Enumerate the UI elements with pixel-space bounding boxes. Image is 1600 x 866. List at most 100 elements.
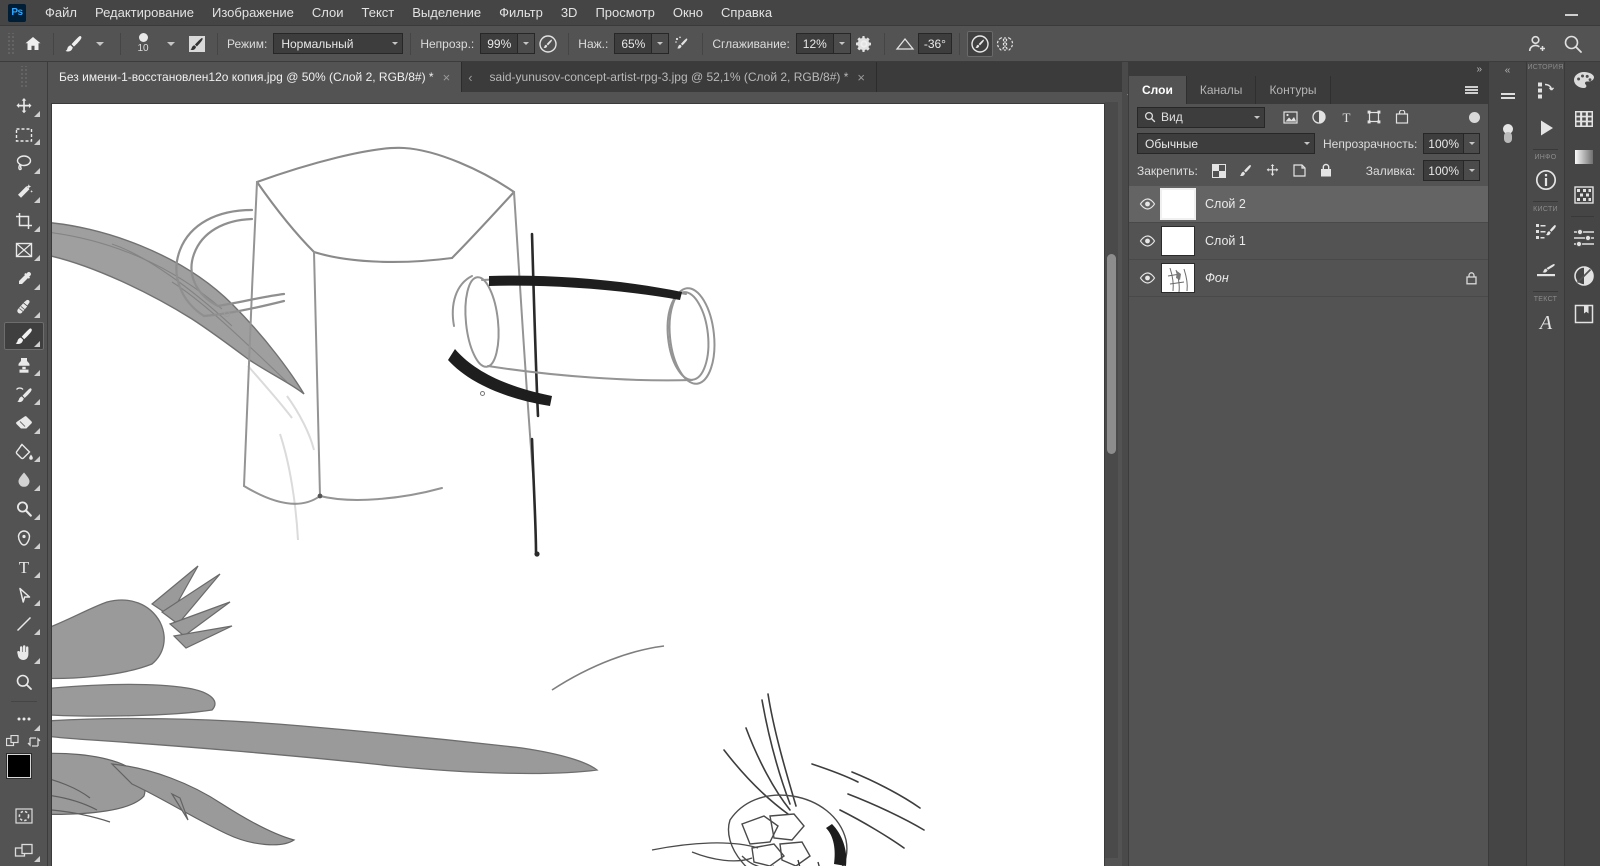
window-minimize-button[interactable] [1556, 4, 1586, 20]
tool-crop[interactable] [4, 207, 44, 235]
eye-icon[interactable] [1133, 198, 1161, 210]
panel-collapse-bar[interactable]: » [1129, 62, 1488, 76]
brush-settings-panel-icon[interactable] [184, 31, 210, 57]
lock-image-pixels-icon[interactable] [1238, 163, 1253, 178]
type-filter-icon[interactable]: T [1340, 110, 1353, 124]
pressure-opacity-icon[interactable] [535, 31, 561, 57]
eye-icon[interactable] [1133, 235, 1161, 247]
libraries-icon[interactable] [1565, 295, 1600, 333]
panel-list-icon[interactable] [1489, 78, 1527, 116]
brush-preset-icon[interactable] [61, 31, 87, 57]
document-tab-2[interactable]: said-yunusov-concept-artist-rpg-3.jpg @ … [478, 62, 877, 92]
layer-thumbnail[interactable] [1161, 263, 1195, 293]
menu-3d[interactable]: 3D [552, 1, 587, 24]
gradients-icon[interactable] [1565, 138, 1600, 176]
tool-move[interactable] [4, 92, 44, 120]
toolbar-grip[interactable] [18, 66, 29, 88]
tool-hand[interactable] [4, 639, 44, 667]
canvas-area[interactable] [48, 92, 1122, 866]
pixel-filter-icon[interactable] [1283, 110, 1298, 124]
tool-eraser[interactable] [4, 409, 44, 437]
tool-line[interactable] [4, 610, 44, 638]
tool-clone-stamp[interactable] [4, 351, 44, 379]
menu-help[interactable]: Справка [712, 1, 781, 24]
shape-filter-icon[interactable] [1367, 110, 1381, 124]
foreground-color-swatch[interactable] [6, 753, 31, 778]
menu-view[interactable]: Просмотр [586, 1, 663, 24]
opacity-input[interactable]: 99% [480, 33, 536, 54]
menu-layers[interactable]: Слои [303, 1, 353, 24]
layer-thumbnail[interactable] [1161, 226, 1195, 256]
layer-fill-input[interactable]: 100% [1423, 160, 1480, 181]
tab-overflow-left-icon[interactable]: ‹ [462, 62, 478, 92]
pressure-size-icon[interactable] [966, 30, 993, 57]
close-icon[interactable]: × [443, 71, 451, 84]
layer-thumbnail[interactable] [1160, 188, 1196, 220]
brush-size-dropdown-icon[interactable] [158, 31, 184, 57]
lock-artboard-nesting-icon[interactable] [1292, 163, 1307, 178]
brushes-icon[interactable] [1527, 251, 1565, 289]
options-bar-grip[interactable] [6, 32, 16, 55]
brush-preset-dropdown-icon[interactable] [87, 31, 113, 57]
add-user-icon[interactable] [1524, 31, 1550, 57]
tool-zoom[interactable] [4, 668, 44, 696]
close-icon[interactable]: × [857, 71, 865, 84]
screen-mode-icon[interactable] [4, 837, 44, 865]
menu-select[interactable]: Выделение [403, 1, 490, 24]
layer-name[interactable]: Слой 2 [1205, 197, 1246, 211]
tool-blur[interactable] [4, 466, 44, 494]
tab-layers[interactable]: Слои [1129, 76, 1187, 104]
actions-play-icon[interactable] [1527, 109, 1565, 147]
more-tools-button[interactable] [4, 706, 44, 734]
brush-size-indicator[interactable]: 10 [128, 29, 158, 59]
character-icon[interactable]: A [1527, 303, 1565, 341]
layer-filter-select[interactable]: Вид [1137, 106, 1265, 128]
layer-row-1[interactable]: Слой 2 [1129, 186, 1488, 223]
tool-history-brush[interactable] [4, 380, 44, 408]
history-icon[interactable] [1527, 71, 1565, 109]
lock-all-icon[interactable] [1319, 163, 1333, 178]
tool-lasso[interactable] [4, 149, 44, 177]
tool-rectangular-marquee[interactable] [4, 121, 44, 149]
chevron-down-icon[interactable] [832, 34, 850, 53]
filter-toggle-icon[interactable] [1469, 111, 1480, 123]
tool-brush[interactable] [3, 322, 44, 351]
search-icon[interactable] [1560, 31, 1586, 57]
blend-mode-select[interactable]: Нормальный [273, 33, 404, 54]
adjustments-icon[interactable] [1565, 219, 1600, 257]
document-tab-active[interactable]: Без имени-1-восстановлен12о копия.jpg @ … [48, 62, 463, 92]
chevron-down-icon[interactable] [1463, 134, 1479, 153]
adjustment-filter-icon[interactable] [1312, 110, 1326, 124]
tool-type[interactable]: T [4, 553, 44, 581]
tool-eyedropper[interactable] [4, 265, 44, 293]
patterns-icon[interactable] [1565, 176, 1600, 214]
tool-paint-bucket[interactable] [4, 438, 44, 466]
chevron-down-icon[interactable] [517, 34, 535, 53]
tool-healing-brush[interactable] [4, 294, 44, 322]
tool-path-selection[interactable] [4, 582, 44, 610]
tool-pen[interactable] [4, 524, 44, 552]
menu-file[interactable]: Файл [36, 1, 86, 24]
collapse-panels-icon[interactable]: » [1476, 64, 1482, 75]
tab-channels[interactable]: Каналы [1186, 76, 1257, 104]
layer-row-2[interactable]: Слой 1 [1129, 223, 1488, 260]
tool-magic-wand[interactable] [4, 178, 44, 206]
document-canvas[interactable] [52, 104, 1104, 866]
scrollbar-thumb[interactable] [1107, 254, 1116, 454]
gear-icon[interactable] [851, 31, 877, 57]
lock-position-icon[interactable] [1265, 163, 1280, 178]
panel-menu-icon[interactable] [1455, 76, 1488, 104]
brush-settings-icon[interactable] [1527, 213, 1565, 251]
color-palette-icon[interactable] [1565, 62, 1600, 100]
styles-icon[interactable] [1565, 257, 1600, 295]
info-icon[interactable] [1527, 161, 1565, 199]
eye-icon[interactable] [1133, 272, 1161, 284]
flow-input[interactable]: 65% [614, 33, 670, 54]
dock-collapse-icon[interactable]: « [1489, 62, 1526, 78]
menu-text[interactable]: Текст [353, 1, 404, 24]
default-colors-icon[interactable] [6, 734, 20, 749]
layer-name[interactable]: Слой 1 [1205, 234, 1246, 248]
symmetry-butterfly-icon[interactable] [993, 31, 1019, 57]
menu-image[interactable]: Изображение [203, 1, 303, 24]
layer-opacity-input[interactable]: 100% [1423, 133, 1480, 154]
